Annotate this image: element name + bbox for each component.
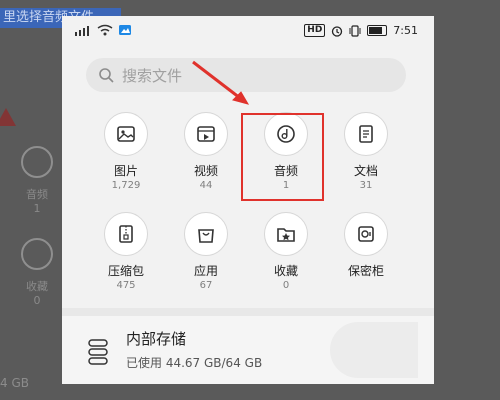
category-documents[interactable]: 文档 31 [326, 112, 406, 191]
category-favorites-label: 收藏 [273, 264, 298, 278]
status-left [74, 24, 132, 36]
search-bar[interactable]: 搜索文件 [86, 58, 406, 92]
storage-icon [88, 339, 108, 365]
image-icon [104, 112, 148, 156]
favorite-icon [264, 212, 308, 256]
category-archives-count: 475 [116, 280, 136, 291]
category-images-count: 1,729 [111, 180, 141, 191]
background-favorite-label: 收藏 [26, 280, 48, 293]
background-audio-item: 音频 1 [8, 146, 66, 215]
vibrate-icon [349, 24, 361, 37]
hd-badge: HD [304, 24, 326, 37]
category-safe[interactable]: 保密柜 [326, 212, 406, 280]
search-placeholder: 搜索文件 [122, 66, 183, 85]
app-icon [184, 212, 228, 256]
category-favorites-count: 0 [282, 280, 290, 291]
status-bar: HD 7:51 [62, 16, 434, 50]
search-icon [99, 68, 114, 83]
storage-title: 内部存储 [126, 330, 187, 348]
category-videos-count: 44 [199, 180, 213, 191]
category-videos-label: 视频 [193, 164, 218, 178]
category-videos[interactable]: 视频 44 [166, 112, 246, 191]
background-audio-label: 音频 [26, 188, 48, 201]
storage-usage: 已使用 44.67 GB/64 GB [126, 356, 263, 370]
category-apps-label: 应用 [193, 264, 218, 278]
internal-storage-row[interactable]: 内部存储 已使用 44.67 GB/64 GB [62, 316, 434, 384]
highlight-box [241, 113, 324, 201]
status-right: HD 7:51 [304, 24, 418, 37]
background-audio-icon [21, 146, 53, 178]
category-favorites[interactable]: 收藏 0 [246, 212, 326, 291]
safe-icon [344, 212, 388, 256]
category-archives-label: 压缩包 [107, 264, 144, 278]
category-images[interactable]: 图片 1,729 [86, 112, 166, 191]
category-documents-label: 文档 [353, 164, 378, 178]
category-apps-count: 67 [199, 280, 213, 291]
category-apps[interactable]: 应用 67 [166, 212, 246, 291]
battery-icon [367, 25, 388, 36]
app-notification-icon [119, 25, 131, 35]
background-favorite-icon [21, 238, 53, 270]
background-favorite-count: 0 [33, 294, 41, 307]
video-icon [184, 112, 228, 156]
category-archives[interactable]: 压缩包 475 [86, 212, 166, 291]
background-warning-shape [0, 108, 16, 126]
signal-icon [75, 26, 89, 36]
phone-screen: HD 7:51 搜索文件 图片 1,729 视频 44 音频 1 文档 31 压… [62, 16, 434, 384]
wifi-icon [97, 24, 113, 36]
category-images-label: 图片 [113, 164, 138, 178]
background-bottom-text: 4 GB [0, 376, 29, 390]
status-time: 7:51 [393, 24, 418, 37]
archive-icon [104, 212, 148, 256]
section-divider [62, 308, 434, 316]
category-safe-label: 保密柜 [347, 264, 384, 278]
category-documents-count: 31 [359, 180, 373, 191]
background-audio-count: 1 [33, 202, 41, 215]
background-favorite-item: 收藏 0 [8, 238, 66, 307]
alarm-icon [332, 25, 343, 37]
document-icon [344, 112, 388, 156]
storage-action-area[interactable] [330, 322, 418, 378]
